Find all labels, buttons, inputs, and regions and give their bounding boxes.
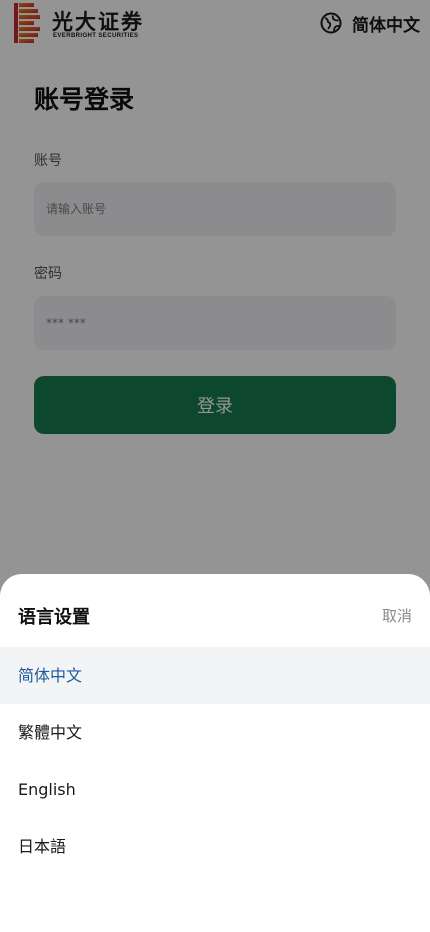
cancel-button[interactable]: 取消 bbox=[382, 605, 412, 626]
language-list: 简体中文 繁體中文 English 日本語 bbox=[0, 647, 430, 875]
language-option-japanese[interactable]: 日本語 bbox=[0, 818, 430, 875]
language-bottom-sheet: 语言设置 取消 简体中文 繁體中文 English 日本語 bbox=[0, 574, 430, 932]
sheet-header: 语言设置 取消 bbox=[0, 574, 430, 646]
sheet-title: 语言设置 bbox=[18, 607, 90, 628]
language-option-traditional-chinese[interactable]: 繁體中文 bbox=[0, 704, 430, 761]
language-option-english[interactable]: English bbox=[0, 761, 430, 818]
language-option-simplified-chinese[interactable]: 简体中文 bbox=[0, 647, 430, 704]
